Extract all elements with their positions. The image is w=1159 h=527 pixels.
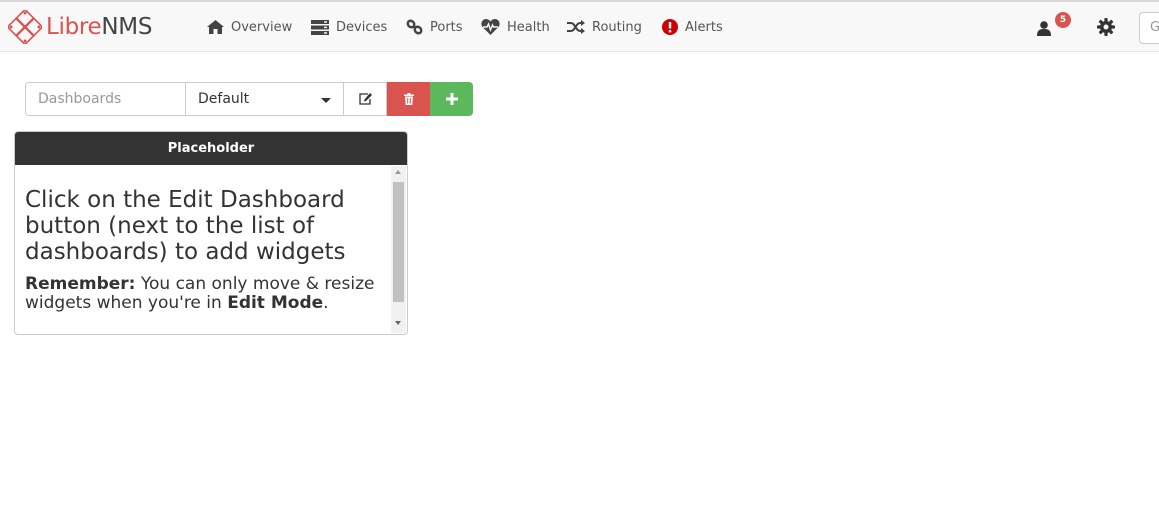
random-icon xyxy=(567,20,585,34)
remember-label: Remember: xyxy=(25,274,136,294)
nav-devices[interactable]: Devices xyxy=(311,14,387,40)
user-menu-button[interactable] xyxy=(1034,16,1056,42)
dashboard-toolbar: Dashboards Default xyxy=(25,82,473,116)
dashboards-label: Dashboards xyxy=(25,82,185,116)
widget-body: Click on the Edit Dashboard button (next… xyxy=(15,165,391,334)
widget-title[interactable]: Placeholder xyxy=(15,132,407,165)
exclamation-circle-icon xyxy=(662,19,678,35)
edit-icon xyxy=(358,93,372,105)
brand-nms-text: NMS xyxy=(101,13,153,40)
nav-alerts[interactable]: Alerts xyxy=(662,14,723,40)
scroll-down-arrow-icon[interactable] xyxy=(395,321,401,325)
gear-icon xyxy=(1097,18,1115,36)
link-icon xyxy=(406,19,423,35)
server-icon xyxy=(311,19,329,35)
dashboard-select-value: Default xyxy=(198,91,250,107)
top-navbar: LibreNMS Overview Devices Ports Health R… xyxy=(0,0,1159,52)
add-dashboard-button[interactable] xyxy=(430,82,473,116)
delete-dashboard-button[interactable] xyxy=(387,82,430,116)
edit-dashboard-button[interactable] xyxy=(344,82,387,116)
nav-health[interactable]: Health xyxy=(481,14,550,40)
trash-icon xyxy=(403,93,414,105)
widget-remember-text: Remember: You can only move & resize wid… xyxy=(25,275,381,312)
dashboard-select[interactable]: Default xyxy=(185,82,344,116)
widget-scrollbar[interactable] xyxy=(391,166,406,333)
brand-libre-text: Libre xyxy=(46,13,102,40)
nav-ports-label: Ports xyxy=(430,19,463,35)
remember-trailing: . xyxy=(323,292,329,313)
caret-down-icon xyxy=(321,98,331,103)
nav-routing[interactable]: Routing xyxy=(567,14,642,40)
scroll-thumb[interactable] xyxy=(393,182,404,302)
scroll-up-arrow-icon[interactable] xyxy=(395,170,401,174)
nav-overview-label: Overview xyxy=(231,19,293,35)
notification-badge[interactable]: 5 xyxy=(1055,12,1071,28)
librenms-logo-icon xyxy=(8,10,42,44)
global-search-input[interactable]: G xyxy=(1139,12,1159,44)
placeholder-widget: Placeholder Click on the Edit Dashboard … xyxy=(14,131,408,335)
nav-alerts-label: Alerts xyxy=(685,19,723,35)
settings-button[interactable] xyxy=(1097,18,1117,38)
widget-heading: Click on the Edit Dashboard button (next… xyxy=(25,187,346,265)
nav-overview[interactable]: Overview xyxy=(207,14,292,40)
nav-devices-label: Devices xyxy=(336,19,388,35)
nav-ports[interactable]: Ports xyxy=(406,14,463,40)
librenms-logo[interactable]: LibreNMS xyxy=(8,10,152,44)
nav-routing-label: Routing xyxy=(592,19,642,35)
heartbeat-icon xyxy=(481,19,500,35)
plus-icon xyxy=(445,93,458,105)
nav-health-label: Health xyxy=(507,19,550,35)
edit-mode-label: Edit Mode xyxy=(227,292,324,313)
home-icon xyxy=(207,20,224,34)
user-icon xyxy=(1037,21,1051,36)
